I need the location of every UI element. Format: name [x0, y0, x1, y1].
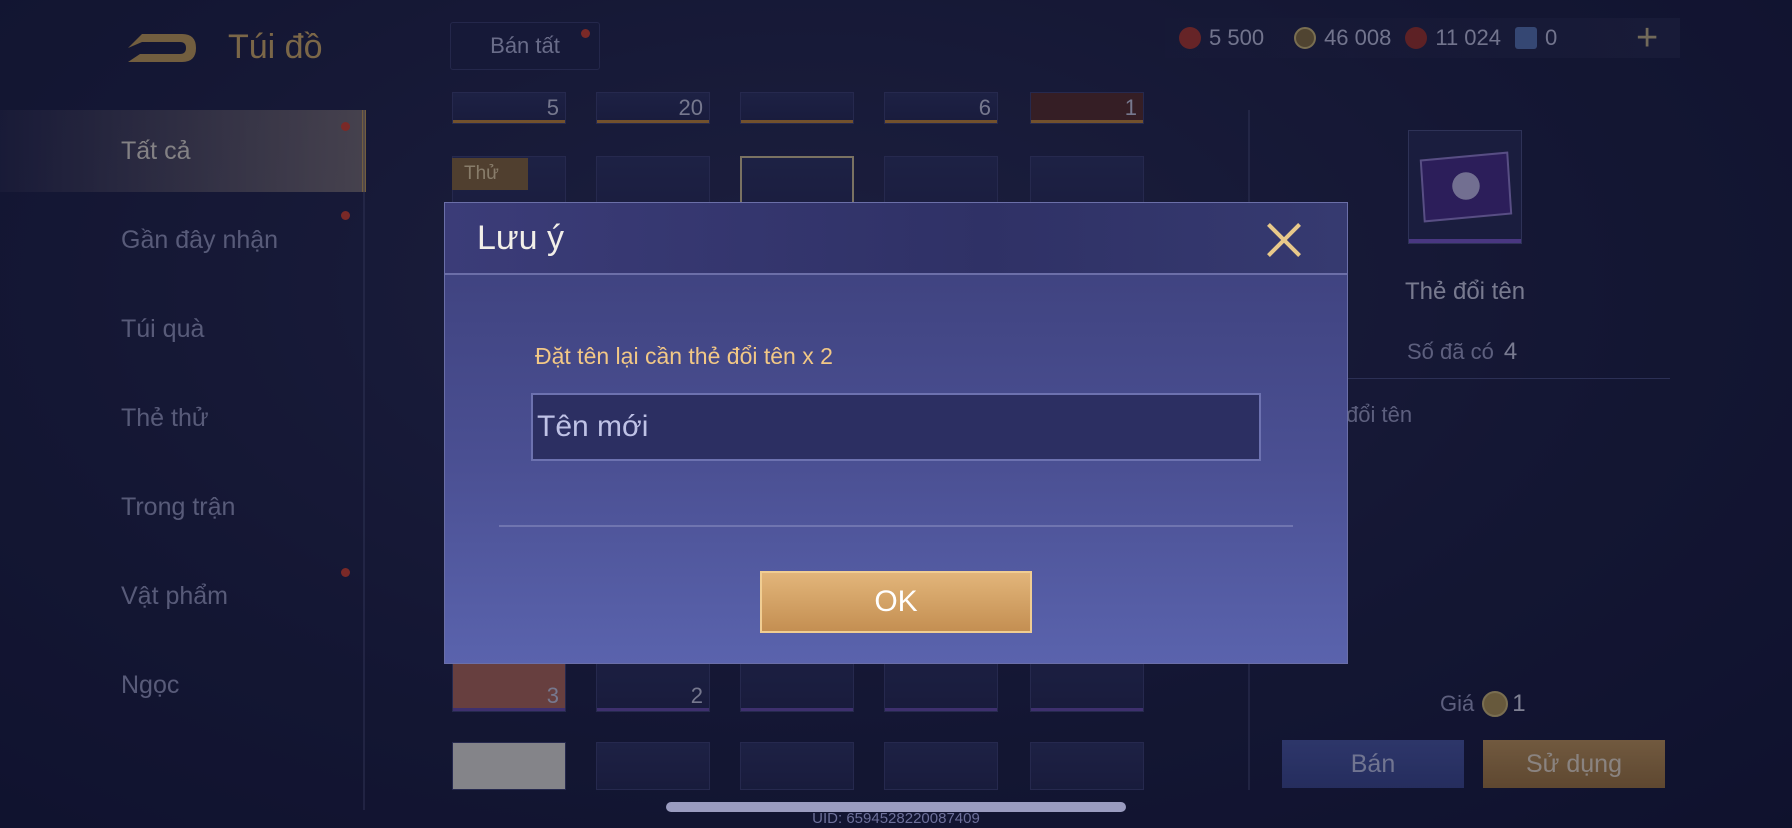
user-id: UID: 6594528220087409: [812, 810, 980, 827]
ok-label: OK: [874, 585, 918, 618]
dialog-title: Lưu ý: [477, 219, 565, 257]
dialog-header: Lưu ý: [445, 203, 1347, 275]
rename-dialog: Lưu ý Đặt tên lại cần thẻ đổi tên x 2 OK: [444, 202, 1348, 664]
dialog-divider: [499, 525, 1293, 527]
new-name-input[interactable]: [531, 393, 1261, 461]
home-indicator[interactable]: [666, 802, 1126, 812]
ok-button[interactable]: OK: [760, 571, 1032, 633]
dialog-message: Đặt tên lại cần thẻ đổi tên x 2: [535, 343, 833, 369]
close-icon[interactable]: [1265, 221, 1303, 259]
